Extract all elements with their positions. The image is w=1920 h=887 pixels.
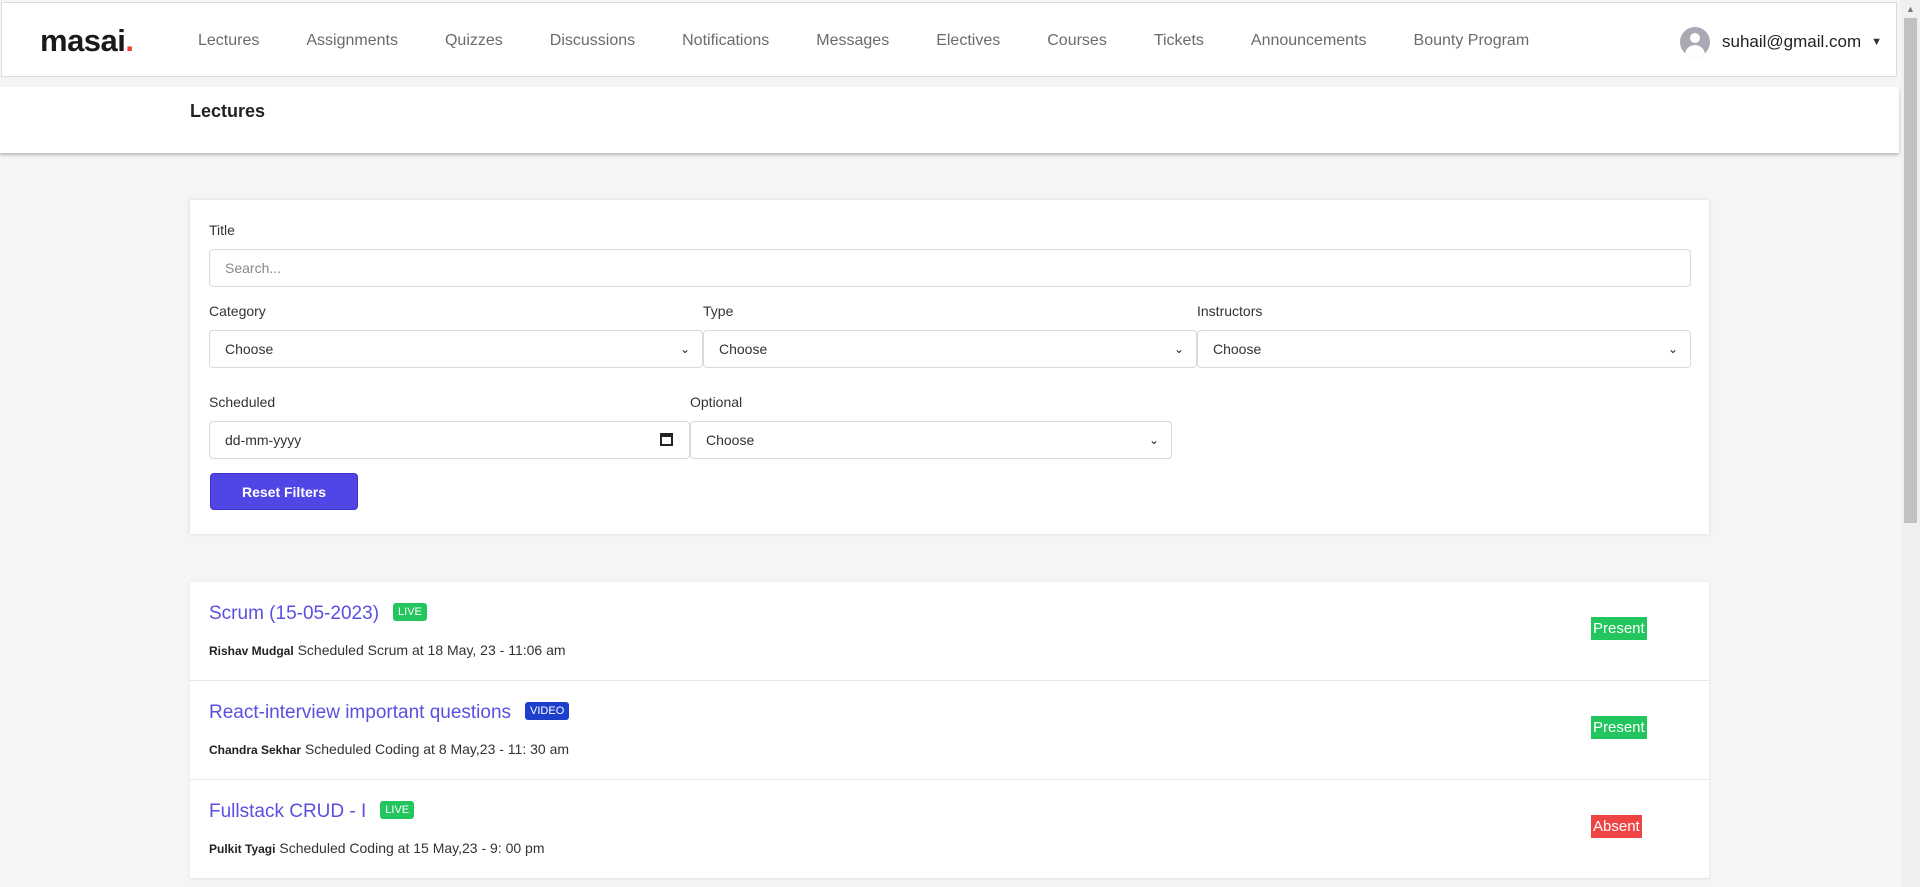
scroll-up-icon[interactable]: ▲	[1906, 4, 1915, 14]
nav-electives[interactable]: Electives	[936, 32, 1000, 50]
video-badge: VIDEO	[525, 701, 570, 720]
live-badge: LIVE	[393, 602, 427, 621]
nav-messages[interactable]: Messages	[816, 32, 889, 50]
brand-dot: .	[125, 23, 134, 58]
type-select[interactable]: Choose ⌄	[703, 330, 1197, 368]
instructors-value: Choose	[1213, 341, 1262, 357]
lecture-row: React-interview important questions VIDEO…	[190, 681, 1709, 780]
chevron-down-icon: ▼	[1871, 36, 1883, 48]
instructors-select[interactable]: Choose ⌄	[1197, 330, 1691, 368]
schedule-detail: Scheduled Coding at 15 May,23 - 9: 00 pm	[279, 840, 545, 856]
chevron-down-icon: ⌄	[1148, 433, 1159, 447]
attendance-status-badge: Present	[1591, 716, 1647, 739]
title-search-input[interactable]: Search...	[209, 249, 1691, 287]
chevron-down-icon: ⌄	[1173, 342, 1184, 356]
chevron-down-icon: ⌄	[1667, 342, 1678, 356]
lecture-row: Scrum (15-05-2023) LIVE Rishav Mudgal Sch…	[190, 582, 1709, 681]
scrollbar-thumb[interactable]	[1904, 18, 1917, 523]
attendance-status-badge: Present	[1591, 617, 1647, 640]
instructor-name: Rishav Mudgal	[209, 644, 294, 658]
instructors-label: Instructors	[1197, 303, 1263, 319]
lecture-meta: Chandra Sekhar Scheduled Coding at 8 May…	[209, 741, 569, 757]
chevron-down-icon: ⌄	[679, 342, 690, 356]
page-title: Lectures	[190, 101, 266, 121]
optional-value: Choose	[706, 432, 755, 448]
lecture-title-link[interactable]: Scrum (15-05-2023)	[209, 603, 379, 624]
nav-assignments[interactable]: Assignments	[306, 32, 398, 50]
user-email: suhail@gmail.com	[1722, 32, 1862, 51]
attendance-status-badge: Absent	[1591, 815, 1642, 838]
masai-logo[interactable]: masai.	[40, 23, 134, 59]
top-navbar: masai. Lectures Assignments Quizzes Disc…	[1, 2, 1897, 77]
lecture-list: Scrum (15-05-2023) LIVE Rishav Mudgal Sch…	[190, 582, 1709, 879]
instructor-name: Pulkit Tyagi	[209, 842, 276, 856]
category-select[interactable]: Choose ⌄	[209, 330, 703, 368]
nav-announcements[interactable]: Announcements	[1251, 32, 1367, 50]
lecture-row: Fullstack CRUD - I LIVE Pulkit Tyagi Sche…	[190, 780, 1709, 879]
page-scrollbar[interactable]: ▲	[1901, 0, 1920, 887]
scheduled-placeholder: dd-mm-yyyy	[225, 432, 302, 448]
calendar-icon[interactable]	[660, 433, 673, 446]
main-nav: Lectures Assignments Quizzes Discussions…	[198, 3, 1576, 78]
nav-tickets[interactable]: Tickets	[1154, 32, 1204, 50]
lecture-meta: Rishav Mudgal Scheduled Scrum at 18 May,…	[209, 642, 566, 658]
optional-select[interactable]: Choose ⌄	[690, 421, 1172, 459]
type-value: Choose	[719, 341, 768, 357]
nav-lectures[interactable]: Lectures	[198, 32, 259, 50]
nav-notifications[interactable]: Notifications	[682, 32, 769, 50]
optional-label: Optional	[690, 394, 743, 410]
user-menu[interactable]: suhail@gmail.com ▼	[1680, 27, 1882, 57]
page-header: Lectures	[0, 87, 1899, 153]
title-label: Title	[209, 222, 235, 238]
lecture-title-wrap: React-interview important questions VIDEO	[209, 701, 570, 724]
lecture-title-wrap: Scrum (15-05-2023) LIVE	[209, 602, 427, 625]
live-badge: LIVE	[380, 800, 415, 819]
lecture-title-link[interactable]: Fullstack CRUD - I	[209, 801, 366, 822]
schedule-detail: Scheduled Scrum at 18 May, 23 - 11:06 am	[297, 642, 566, 658]
category-value: Choose	[225, 341, 274, 357]
scheduled-date-input[interactable]: dd-mm-yyyy	[209, 421, 690, 459]
brand-name: masai	[40, 23, 126, 58]
nav-bounty-program[interactable]: Bounty Program	[1414, 32, 1530, 50]
nav-quizzes[interactable]: Quizzes	[445, 32, 503, 50]
reset-filters-button[interactable]: Reset Filters	[210, 473, 358, 510]
nav-discussions[interactable]: Discussions	[550, 32, 635, 50]
lecture-title-link[interactable]: React-interview important questions	[209, 702, 511, 723]
lecture-title-wrap: Fullstack CRUD - I LIVE	[209, 800, 415, 823]
user-avatar-icon	[1680, 27, 1710, 57]
filters-card: Title Search... Category Choose ⌄ Type C…	[190, 200, 1709, 534]
type-label: Type	[703, 303, 734, 319]
nav-courses[interactable]: Courses	[1047, 32, 1107, 50]
lecture-meta: Pulkit Tyagi Scheduled Coding at 15 May,…	[209, 840, 544, 856]
instructor-name: Chandra Sekhar	[209, 743, 302, 757]
scheduled-label: Scheduled	[209, 394, 276, 410]
category-label: Category	[209, 303, 266, 319]
schedule-detail: Scheduled Coding at 8 May,23 - 11: 30 am	[304, 741, 570, 757]
